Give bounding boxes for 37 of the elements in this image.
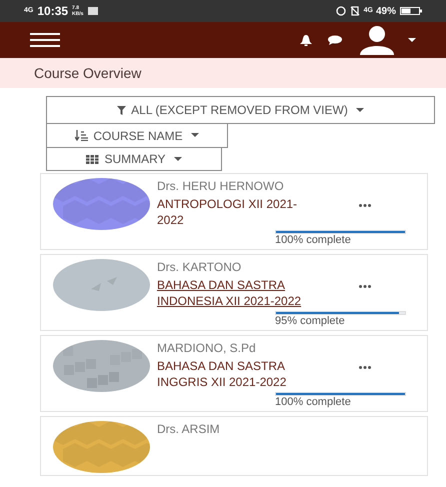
image-icon xyxy=(88,7,98,15)
more-icon[interactable] xyxy=(359,366,371,369)
sort-dropdown[interactable]: COURSE NAME xyxy=(46,123,228,148)
mute-icon xyxy=(350,6,360,16)
progress-label: 100% complete xyxy=(275,396,352,409)
caret-icon xyxy=(174,156,182,162)
progress-label: 95% complete xyxy=(275,315,346,328)
course-card[interactable]: MARDIONO, S.Pd BAHASA DAN SASTRA INGGRIS XII 2021-2022 100% complete xyxy=(40,335,428,412)
teacher-name: Drs. HERU HERNOWO xyxy=(157,178,285,194)
chat-icon[interactable] xyxy=(328,35,342,45)
course-card[interactable]: Drs. KARTONO BAHASA DAN SASTRA INDONESIA XII 2021-2022 95% complete xyxy=(40,254,428,331)
bell-icon[interactable] xyxy=(300,34,312,46)
teacher-name: MARDIONO, S.Pd xyxy=(157,340,257,356)
more-icon[interactable] xyxy=(359,285,371,288)
view-dropdown[interactable]: SUMMARY xyxy=(46,147,222,171)
battery-percent: 49% xyxy=(376,4,396,18)
sort-icon xyxy=(75,130,88,141)
progress-label: 100% complete xyxy=(275,234,352,247)
battery-icon xyxy=(400,6,422,16)
more-icon[interactable] xyxy=(359,204,371,207)
course-link[interactable]: ANTROPOLOGI XII 2021-2022 xyxy=(157,196,317,228)
user-avatar-icon[interactable] xyxy=(358,25,396,55)
teacher-name: Drs. ARSIM xyxy=(157,421,221,437)
menu-icon[interactable] xyxy=(30,33,60,47)
teacher-name: Drs. KARTONO xyxy=(157,259,242,275)
course-link[interactable]: BAHASA DAN SASTRA INGGRIS XII 2021-2022 xyxy=(157,358,317,390)
filter-dropdown[interactable]: ALL (EXCEPT REMOVED FROM VIEW) xyxy=(46,96,435,124)
caret-icon[interactable] xyxy=(408,38,416,42)
caret-icon xyxy=(356,108,364,112)
course-link[interactable]: BAHASA DAN SASTRA INDONESIA XII 2021-2022 xyxy=(157,277,317,309)
course-card[interactable]: Drs. HERU HERNOWO ANTROPOLOGI XII 2021-2022 100% complete xyxy=(40,173,428,250)
course-card[interactable]: Drs. ARSIM xyxy=(40,416,428,476)
columns-icon xyxy=(86,154,100,164)
clock-time: 10:35 xyxy=(37,3,68,20)
page-title: Course Overview xyxy=(34,64,142,82)
filter-icon xyxy=(117,106,126,114)
caret-icon xyxy=(190,133,199,138)
